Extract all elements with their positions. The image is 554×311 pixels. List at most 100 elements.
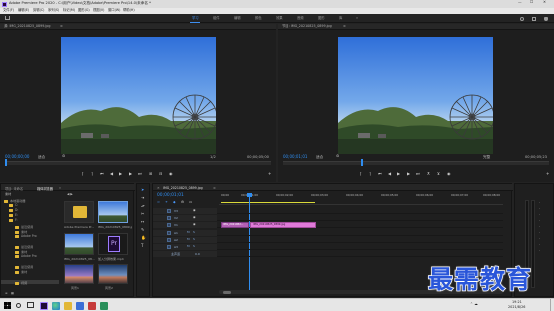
source-playhead[interactable] [5, 159, 7, 166]
taskbar-date[interactable]: 2021/8/26 [508, 305, 525, 309]
source-resolution-dropdown[interactable]: 1/2 [210, 155, 216, 160]
add-marker-icon[interactable]: ◆ [173, 200, 176, 204]
lift-icon[interactable]: ⊼ [427, 172, 430, 176]
workspace-learn[interactable]: 学习 [192, 16, 199, 20]
time-ruler[interactable]: 00;00 00;00;01;00 00;00;02;00 00;00;03;0… [219, 193, 503, 205]
snap-icon[interactable]: ⊃ [157, 200, 160, 204]
program-resolution-dropdown[interactable]: 完整 [483, 155, 490, 160]
timeline-sequence-tab[interactable]: IMG_20210825_0899.jpg [163, 186, 203, 190]
tree-item[interactable]: Adobe Pro [15, 234, 37, 238]
tree-item[interactable]: 素材 [15, 269, 27, 274]
toggle-track-icon[interactable] [167, 245, 171, 249]
toggle-track-icon[interactable] [167, 216, 171, 220]
tab-media-browser[interactable]: 媒体浏览器 [37, 186, 53, 191]
menu-file[interactable]: 文件(F) [3, 8, 14, 12]
mute-icon[interactable]: M [187, 238, 190, 241]
panel-menu-icon[interactable]: ≡ [213, 186, 216, 190]
mark-out-icon[interactable]: ⌉ [369, 172, 371, 176]
menu-graphics[interactable]: 图形(G) [78, 8, 90, 12]
play-icon[interactable]: ▶ [397, 172, 400, 176]
menu-clip[interactable]: 剪辑(C) [33, 8, 44, 12]
workspace-graphics[interactable]: 图形 [318, 16, 325, 20]
add-button-icon[interactable]: + [546, 172, 549, 176]
app-taskbar-icon[interactable] [76, 301, 84, 310]
step-back-icon[interactable]: ◀ [110, 172, 113, 176]
show-desktop-button[interactable] [550, 299, 553, 311]
share-icon[interactable] [532, 16, 536, 21]
mark-in-icon[interactable]: ⌈ [360, 172, 362, 176]
master-volume-value[interactable]: 0.0 [195, 252, 200, 256]
tree-item[interactable]: E: [9, 213, 18, 217]
media-path[interactable]: 素材 [5, 192, 11, 196]
mute-icon[interactable]: M [187, 231, 190, 234]
timeline-settings-icon[interactable]: ⚙ [181, 200, 184, 204]
workspace-assembly[interactable]: 组件 [213, 16, 220, 20]
app-taskbar-icon[interactable] [88, 301, 96, 310]
media-item-photo[interactable] [98, 264, 128, 284]
panel-menu-icon[interactable]: ≡ [343, 24, 346, 28]
search-icon[interactable] [16, 302, 21, 308]
go-to-out-icon[interactable]: ⏭ [416, 172, 420, 176]
edge-taskbar-icon[interactable] [52, 301, 60, 310]
app-taskbar-icon[interactable] [100, 301, 108, 310]
step-forward-icon[interactable]: ▶ [129, 172, 132, 176]
windows-start-icon[interactable] [4, 302, 11, 309]
menu-help[interactable]: 帮助(H) [123, 8, 135, 12]
more-tabs-icon[interactable]: » [59, 186, 61, 190]
close-button[interactable]: ✕ [543, 0, 546, 5]
source-fit-dropdown[interactable]: 适合 [38, 155, 45, 160]
eye-icon[interactable]: ◉ [193, 223, 196, 226]
eye-icon[interactable]: ◉ [193, 209, 196, 212]
program-playhead[interactable] [361, 159, 363, 166]
go-to-in-icon[interactable]: ⏮ [378, 172, 382, 176]
timeline-clip[interactable]: IMG_2021082... [221, 222, 249, 228]
maximize-button[interactable]: ☐ [530, 0, 533, 5]
program-fit-dropdown[interactable]: 适合 [316, 155, 323, 160]
overwrite-icon[interactable]: ⊟ [159, 172, 162, 176]
step-back-icon[interactable]: ◀ [388, 172, 391, 176]
toggle-track-icon[interactable] [167, 231, 171, 235]
home-icon[interactable] [5, 16, 10, 20]
program-scrub-bar[interactable] [283, 161, 549, 165]
minimize-button[interactable]: — [518, 0, 522, 5]
toggle-track-icon[interactable] [167, 238, 171, 242]
close-icon[interactable]: ✕ [157, 186, 160, 190]
premiere-taskbar-icon[interactable] [40, 301, 48, 310]
pen-tool-icon[interactable]: ✎ [141, 228, 144, 232]
linked-selection-icon[interactable]: ⚭ [165, 200, 168, 204]
hand-tool-icon[interactable]: ✋ [141, 236, 146, 240]
solo-icon[interactable]: S [193, 238, 195, 241]
tab-project[interactable]: 项目: 未命名 [5, 186, 23, 191]
go-to-in-icon[interactable]: ⏮ [100, 172, 104, 176]
track-select-tool-icon[interactable]: ⇥ [141, 196, 144, 200]
tree-item-selected[interactable]: 视频 [1, 280, 59, 285]
media-item-photo[interactable] [98, 201, 128, 223]
notifications-icon[interactable] [544, 16, 548, 21]
step-forward-icon[interactable]: ▶ [407, 172, 410, 176]
play-icon[interactable]: ▶ [119, 172, 122, 176]
workspace-libraries[interactable]: 库 [339, 16, 342, 20]
menu-view[interactable]: 视图(V) [93, 8, 104, 12]
source-monitor-tab[interactable]: 源: IMG_20210825_0899.jpg [4, 24, 50, 28]
tree-item[interactable]: 本地驱动器 [4, 198, 25, 203]
type-tool-icon[interactable]: T [141, 244, 143, 248]
list-view-icon[interactable]: ≡ [5, 292, 8, 295]
file-explorer-icon[interactable] [64, 301, 72, 310]
razor-tool-icon[interactable]: ✂ [141, 212, 144, 216]
task-view-icon[interactable] [27, 302, 34, 308]
workspace-effects[interactable]: 效果 [276, 16, 283, 20]
ripple-edit-tool-icon[interactable]: ⟛ [141, 204, 145, 208]
mark-in-icon[interactable]: ⌈ [82, 172, 84, 176]
media-item-photo[interactable] [64, 233, 94, 255]
tree-item[interactable]: 最近使用 [15, 224, 33, 229]
toggle-track-icon[interactable] [167, 223, 171, 227]
workspace-editing[interactable]: 编辑 [234, 16, 241, 20]
toggle-track-icon[interactable] [167, 209, 171, 213]
menu-sequence[interactable]: 序列(S) [48, 8, 59, 12]
media-item-photo[interactable] [64, 264, 94, 284]
tree-item[interactable]: 素材 [15, 249, 27, 254]
export-frame-icon[interactable]: ◉ [169, 172, 173, 176]
tree-item[interactable]: 素材 [15, 229, 27, 234]
program-timecode-current[interactable]: 00;00;01;01 [283, 155, 307, 159]
back-icon[interactable]: ◀ ▶ [67, 192, 73, 196]
